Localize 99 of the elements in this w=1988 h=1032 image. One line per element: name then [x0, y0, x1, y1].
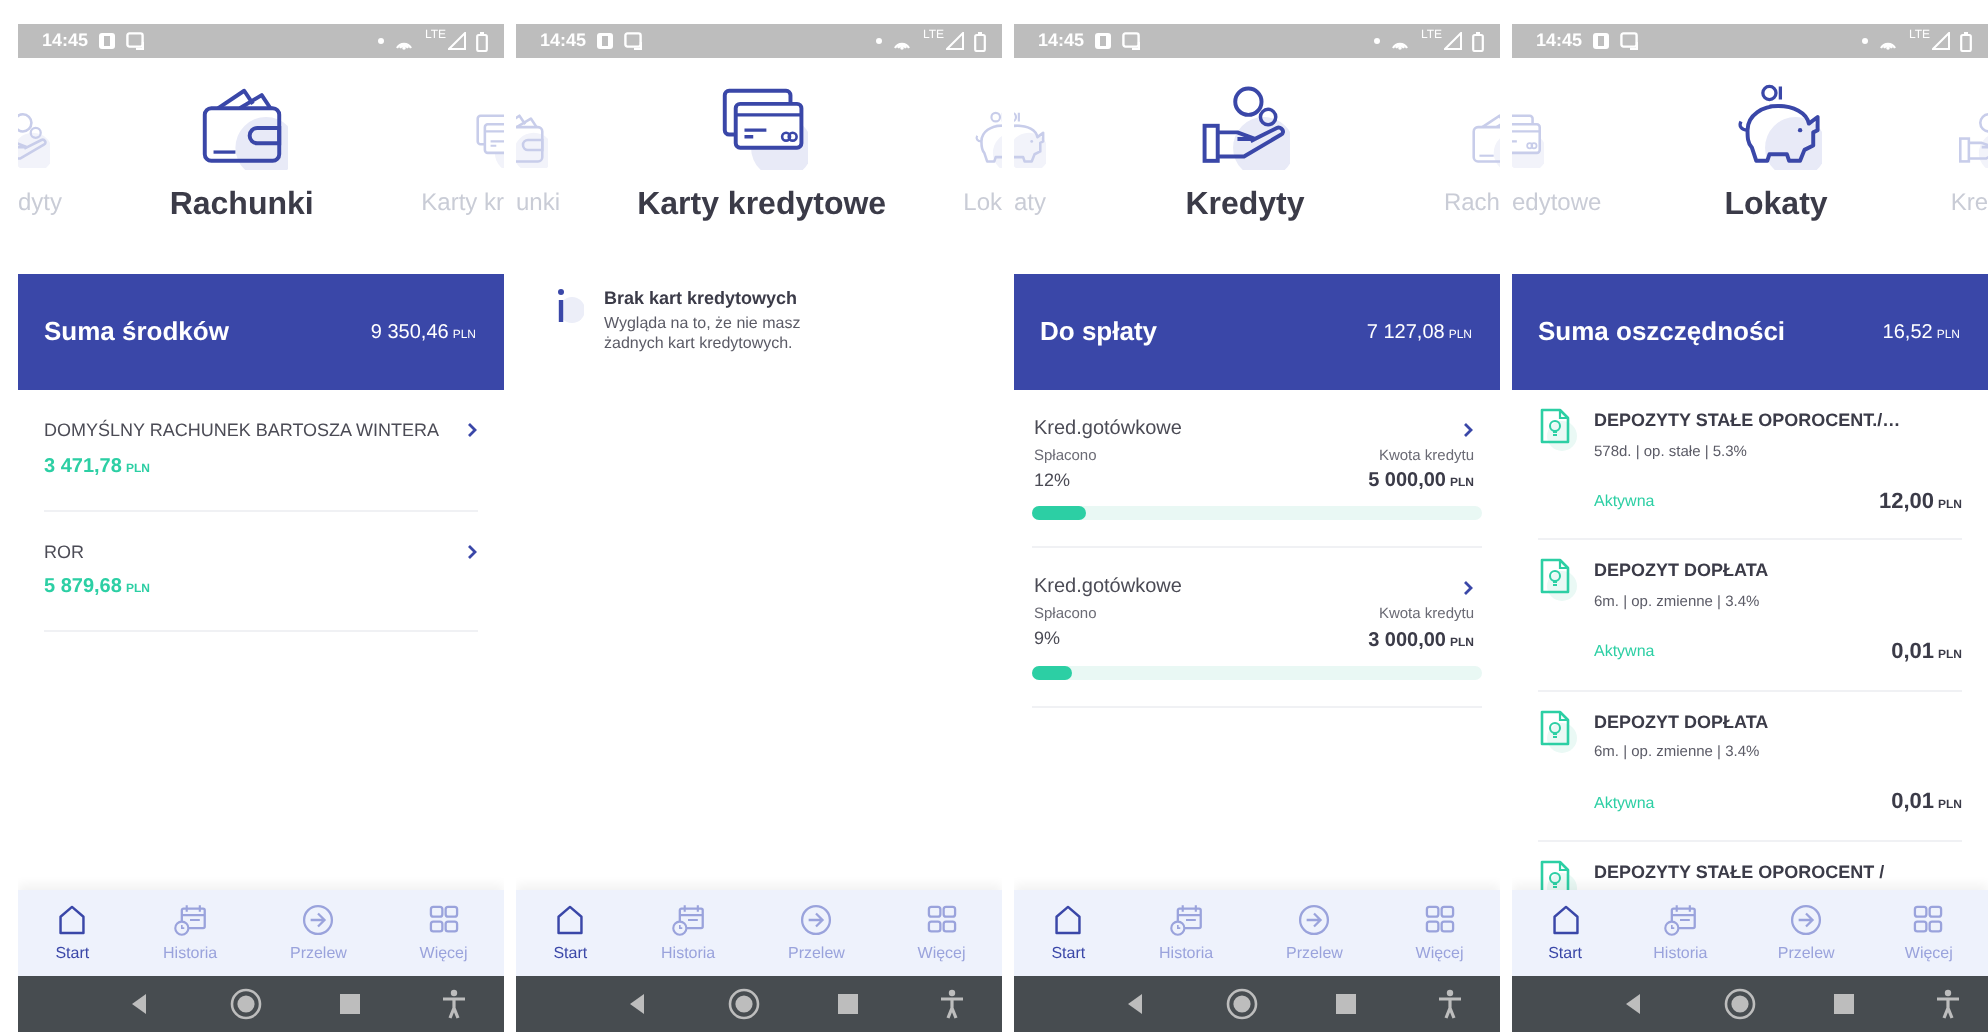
nav-tab[interactable]: Więcej [917, 901, 966, 965]
accessibility-icon[interactable] [438, 988, 470, 1020]
battery-icon [1472, 31, 1484, 51]
nav-tab[interactable]: Start [1547, 901, 1584, 965]
account-name: DOMYŚLNY RACHUNEK BARTOSZA WINTERA [44, 418, 440, 444]
section-title: Rachunki [169, 185, 314, 226]
nav-tab[interactable]: Historia [661, 901, 716, 965]
deposit-status: Aktywna [1594, 640, 1655, 665]
nav-tab[interactable]: Przelew [289, 901, 347, 965]
status-time: 14:45 [540, 27, 587, 54]
signal-icon [1444, 32, 1462, 50]
nav-tab[interactable]: Start [1050, 901, 1087, 965]
nav-tab[interactable]: Historia [163, 901, 218, 965]
screenshot-icon [126, 32, 145, 50]
empty-title: Brak kart kredytowych [604, 286, 800, 312]
overview-icon[interactable] [334, 988, 366, 1020]
status-time: 14:45 [1536, 27, 1583, 54]
section-title: Lokaty [1724, 185, 1828, 226]
home-icon [54, 901, 91, 937]
deposit-status: Aktywna [1594, 490, 1655, 514]
document-bulb-icon [1538, 709, 1578, 753]
loan-name: Kred.gotówkowe [1034, 574, 1182, 603]
nav-tab[interactable]: Przelew [787, 901, 845, 965]
accessibility-icon[interactable] [1932, 988, 1964, 1020]
dot-icon [1374, 38, 1381, 44]
screenshot-icon [1122, 32, 1141, 50]
home-icon [1547, 901, 1584, 937]
nav-tab[interactable]: Start [54, 901, 91, 965]
signal-icon [1932, 32, 1950, 50]
dot-icon [876, 38, 883, 44]
section-title: Kredyty [1185, 185, 1305, 226]
grid-icon [923, 901, 960, 937]
deposit-name: DEPOZYTY STAŁE OPOROCENT / [1594, 859, 1887, 886]
battery-icon [1960, 31, 1972, 51]
loan-name: Kred.gotówkowe [1034, 416, 1182, 444]
calendar-clock-icon [1662, 901, 1699, 937]
screenshot-icon [624, 32, 643, 50]
signal-icon [448, 32, 466, 50]
document-bulb-icon [1538, 558, 1578, 603]
notification-icon [1592, 32, 1611, 50]
hand-coins-icon [1198, 82, 1291, 170]
summary-label: Suma środków [44, 314, 229, 351]
notification-icon [98, 32, 117, 50]
screenshot-icon [1620, 32, 1639, 50]
dot-icon [378, 38, 385, 44]
nav-tab[interactable]: Przelew [1285, 901, 1343, 965]
summary-label: Suma oszczędności [1538, 314, 1786, 351]
home-button-icon[interactable] [1724, 988, 1756, 1020]
nav-tab[interactable]: Historia [1653, 901, 1708, 965]
overview-icon[interactable] [1330, 988, 1362, 1020]
account-name: ROR [44, 539, 86, 565]
status-time: 14:45 [1038, 27, 1085, 54]
chevron-right-icon [1462, 579, 1474, 596]
info-icon [552, 286, 584, 326]
battery-icon [974, 31, 986, 51]
document-bulb-icon [1538, 408, 1578, 452]
nav-tab[interactable]: Więcej [1904, 901, 1953, 965]
overview-icon[interactable] [832, 988, 864, 1020]
dot-icon [1862, 38, 1869, 44]
grid-icon [1910, 901, 1947, 937]
home-icon [552, 901, 589, 937]
home-button-icon[interactable] [230, 988, 262, 1020]
overview-icon[interactable] [1828, 988, 1860, 1020]
battery-icon [476, 31, 488, 51]
notification-icon [1094, 32, 1113, 50]
calendar-clock-icon [172, 901, 209, 937]
summary-label: Do spłaty [1040, 314, 1158, 351]
nav-tab[interactable]: Przelew [1777, 901, 1835, 965]
accessibility-icon[interactable] [936, 988, 968, 1020]
deposit-status: Aktywna [1594, 791, 1655, 815]
arrow-circle-icon [798, 901, 835, 937]
deposit-name: DEPOZYT DOPŁATA [1594, 558, 1771, 585]
notification-icon [596, 32, 615, 50]
grid-icon [425, 901, 462, 937]
deposit-name: DEPOZYTY STAŁE OPOROCENT./… [1594, 408, 1903, 434]
home-button-icon[interactable] [1226, 988, 1258, 1020]
signal-icon [946, 32, 964, 50]
calendar-clock-icon [1168, 901, 1205, 937]
empty-message: Wygląda na to, że nie masz żadnych kart kredytowych. [604, 313, 803, 357]
chevron-right-icon [466, 543, 478, 559]
repaid-percent: 9% [1034, 626, 1061, 653]
deposit-name: DEPOZYT DOPŁATA [1594, 709, 1771, 735]
chevron-right-icon [1462, 421, 1474, 437]
nav-tab[interactable]: Więcej [419, 901, 468, 965]
arrow-circle-icon [300, 901, 337, 937]
nav-tab[interactable]: Start [552, 901, 589, 965]
calendar-clock-icon [670, 901, 707, 937]
nav-tab[interactable]: Historia [1159, 901, 1214, 965]
home-icon [1050, 901, 1087, 937]
repaid-percent: 12% [1034, 468, 1071, 494]
arrow-circle-icon [1788, 901, 1825, 937]
status-time: 14:45 [42, 27, 89, 54]
accessibility-icon[interactable] [1434, 988, 1466, 1020]
chevron-right-icon [466, 422, 478, 438]
home-button-icon[interactable] [728, 988, 760, 1020]
nav-tab[interactable]: Więcej [1415, 901, 1464, 965]
section-title: Karty kredytowe [637, 185, 887, 226]
grid-icon [1421, 901, 1458, 937]
arrow-circle-icon [1296, 901, 1333, 937]
